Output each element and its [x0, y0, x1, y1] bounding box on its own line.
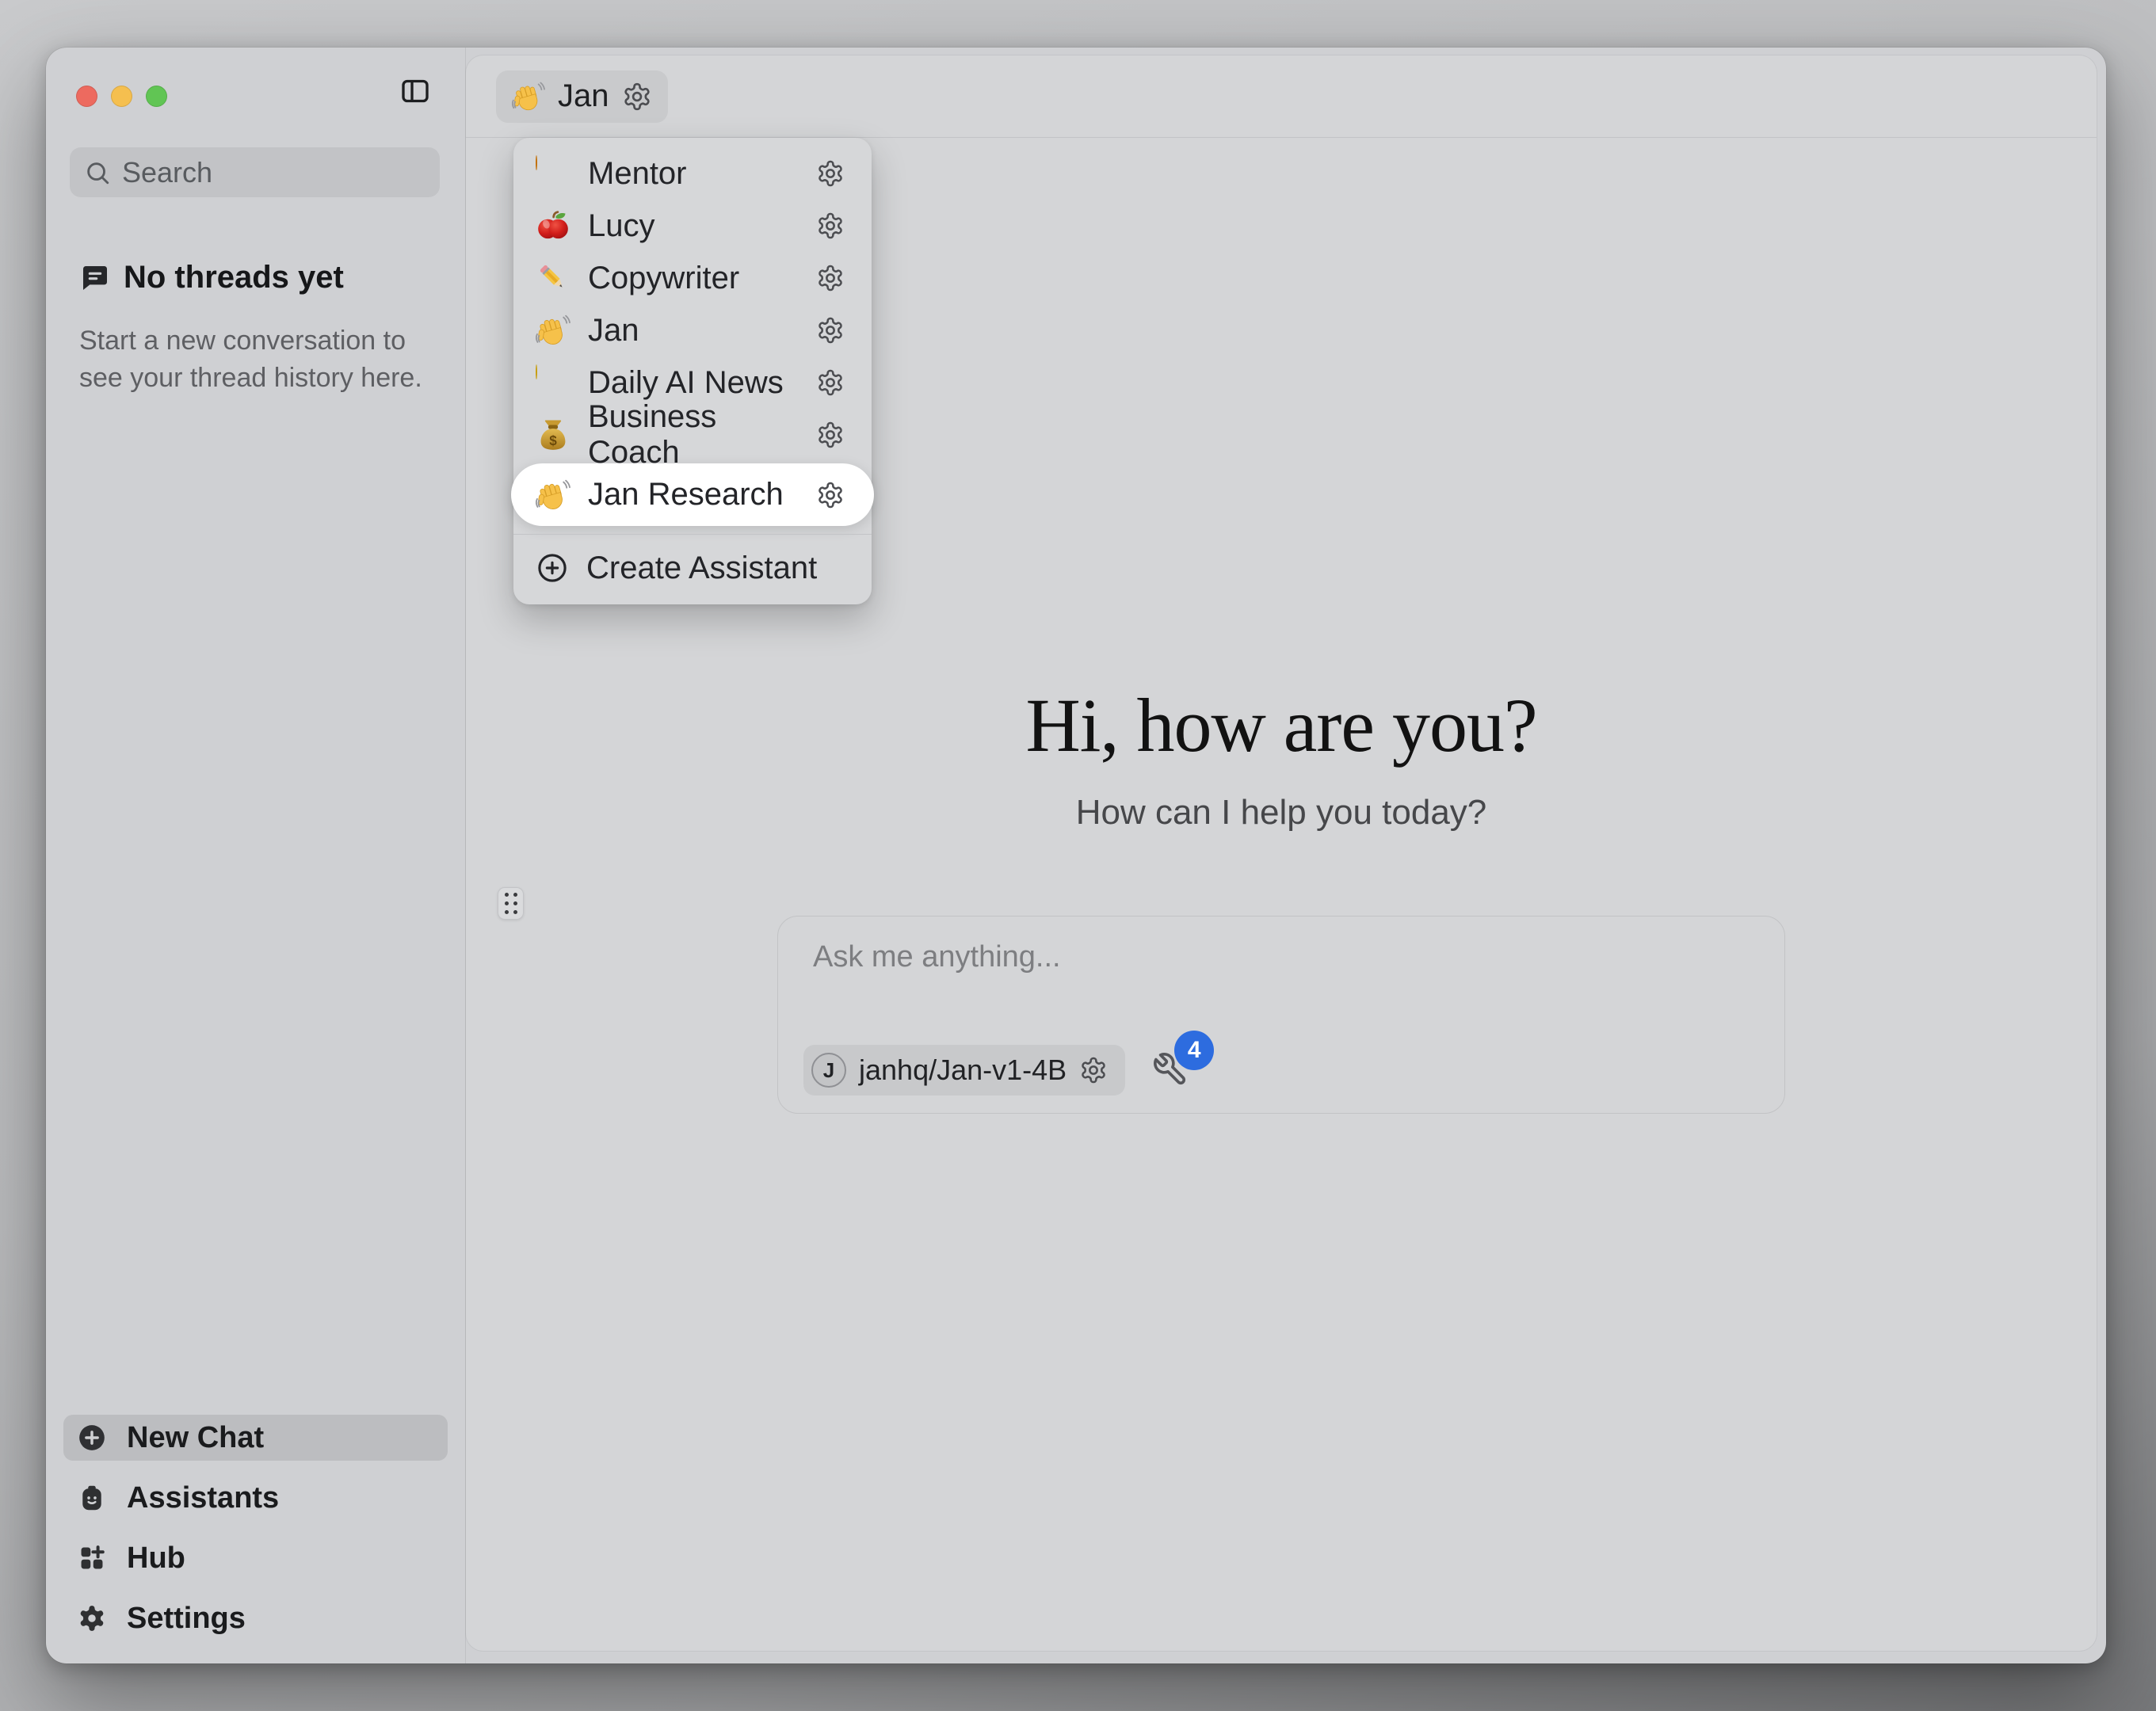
- nav-label: New Chat: [127, 1421, 264, 1455]
- sidebar-item-hub[interactable]: Hub: [63, 1535, 448, 1581]
- gear-icon[interactable]: [816, 159, 845, 188]
- menu-item-copywriter[interactable]: Copywriter: [513, 252, 872, 304]
- gear-icon[interactable]: [816, 316, 845, 345]
- sidebar-toggle-button[interactable]: [397, 73, 433, 109]
- menu-divider: [513, 534, 872, 535]
- menu-item-label: Jan Research: [588, 477, 799, 513]
- menu-item-lucy[interactable]: Lucy: [513, 200, 872, 252]
- assistant-selector-button[interactable]: Jan: [496, 70, 668, 123]
- yellow-circle-emoji: [536, 365, 570, 400]
- sidebar-item-settings[interactable]: Settings: [63, 1595, 448, 1641]
- waving-hand-emoji: [536, 478, 570, 513]
- menu-item-label: Copywriter: [588, 261, 799, 296]
- create-assistant-label: Create Assistant: [586, 551, 817, 586]
- chat-composer[interactable]: J janhq/Jan-v1-4B 4: [777, 916, 1785, 1114]
- search-input[interactable]: [122, 156, 490, 189]
- pencil-emoji: [536, 261, 570, 295]
- composer-toolbar: J janhq/Jan-v1-4B 4: [803, 1045, 1190, 1096]
- nav-label: Assistants: [127, 1481, 279, 1515]
- menu-item-mentor[interactable]: Mentor: [513, 147, 872, 200]
- sidebar-item-new-chat[interactable]: New Chat: [63, 1415, 448, 1461]
- assistant-settings-icon[interactable]: [622, 82, 652, 112]
- assistant-dropdown-menu: Mentor Lucy Copywriter Jan: [513, 138, 872, 604]
- menu-item-label: Business Coach: [588, 399, 799, 471]
- main-content-area: Jan Mentor Lucy Copywriter: [466, 55, 2097, 1651]
- zoom-button[interactable]: [146, 86, 167, 107]
- sidebar-panel-icon: [399, 75, 431, 107]
- hub-grid-icon: [76, 1542, 108, 1574]
- app-window: No threads yet Start a new conversation …: [46, 48, 2106, 1663]
- waving-hand-emoji: [536, 313, 570, 348]
- gear-icon[interactable]: [816, 481, 845, 509]
- menu-item-label: Lucy: [588, 208, 799, 244]
- menu-item-label: Jan: [588, 313, 799, 349]
- search-field[interactable]: [70, 147, 440, 197]
- bot-icon: [76, 1482, 108, 1514]
- current-assistant-label: Jan: [558, 78, 609, 114]
- desktop-background: No threads yet Start a new conversation …: [0, 0, 2156, 1711]
- gear-icon[interactable]: [816, 211, 845, 240]
- chat-header: Jan: [466, 55, 2097, 138]
- menu-item-business-coach[interactable]: Business Coach: [513, 409, 872, 461]
- create-assistant-button[interactable]: Create Assistant: [513, 543, 872, 593]
- sidebar-resize-handle[interactable]: [498, 887, 524, 920]
- menu-item-label: Daily AI News: [588, 365, 799, 401]
- greeting-subtitle: How can I help you today?: [466, 793, 2097, 833]
- greeting-heading: Hi, how are you?: [466, 681, 2097, 769]
- welcome-block: Hi, how are you? How can I help you toda…: [466, 681, 2097, 833]
- circle-plus-icon: [536, 551, 569, 585]
- red-apple-emoji: [536, 208, 570, 243]
- chat-bubble-icon: [79, 262, 111, 294]
- menu-item-label: Mentor: [588, 156, 799, 192]
- sidebar: No threads yet Start a new conversation …: [46, 48, 466, 1663]
- menu-item-jan[interactable]: Jan: [513, 304, 872, 356]
- menu-item-jan-research[interactable]: Jan Research: [511, 463, 874, 526]
- window-controls: [76, 86, 167, 107]
- empty-state-title: No threads yet: [124, 260, 344, 295]
- orange-circle-emoji: [536, 156, 570, 191]
- model-avatar: J: [811, 1053, 846, 1088]
- sidebar-nav: New Chat Assistants Hub Settings: [63, 1415, 448, 1641]
- gear-icon[interactable]: [816, 368, 845, 397]
- waving-hand-emoji: [512, 80, 545, 113]
- tools-count-badge: 4: [1174, 1031, 1214, 1070]
- search-icon: [84, 159, 111, 186]
- model-name: janhq/Jan-v1-4B: [859, 1054, 1067, 1087]
- nav-label: Hub: [127, 1541, 185, 1576]
- threads-empty-state: No threads yet Start a new conversation …: [79, 260, 437, 397]
- gear-icon: [76, 1602, 108, 1634]
- plus-circle-icon: [76, 1422, 108, 1454]
- minimize-button[interactable]: [111, 86, 132, 107]
- model-selector-button[interactable]: J janhq/Jan-v1-4B: [803, 1045, 1125, 1096]
- nav-label: Settings: [127, 1602, 246, 1636]
- chat-input[interactable]: [813, 940, 1750, 1013]
- model-settings-icon[interactable]: [1079, 1056, 1108, 1084]
- tools-button[interactable]: 4: [1152, 1051, 1190, 1089]
- close-button[interactable]: [76, 86, 97, 107]
- sidebar-item-assistants[interactable]: Assistants: [63, 1475, 448, 1521]
- gear-icon[interactable]: [816, 421, 845, 449]
- empty-state-description: Start a new conversation to see your thr…: [79, 322, 437, 397]
- money-bag-emoji: [536, 417, 570, 452]
- gear-icon[interactable]: [816, 264, 845, 292]
